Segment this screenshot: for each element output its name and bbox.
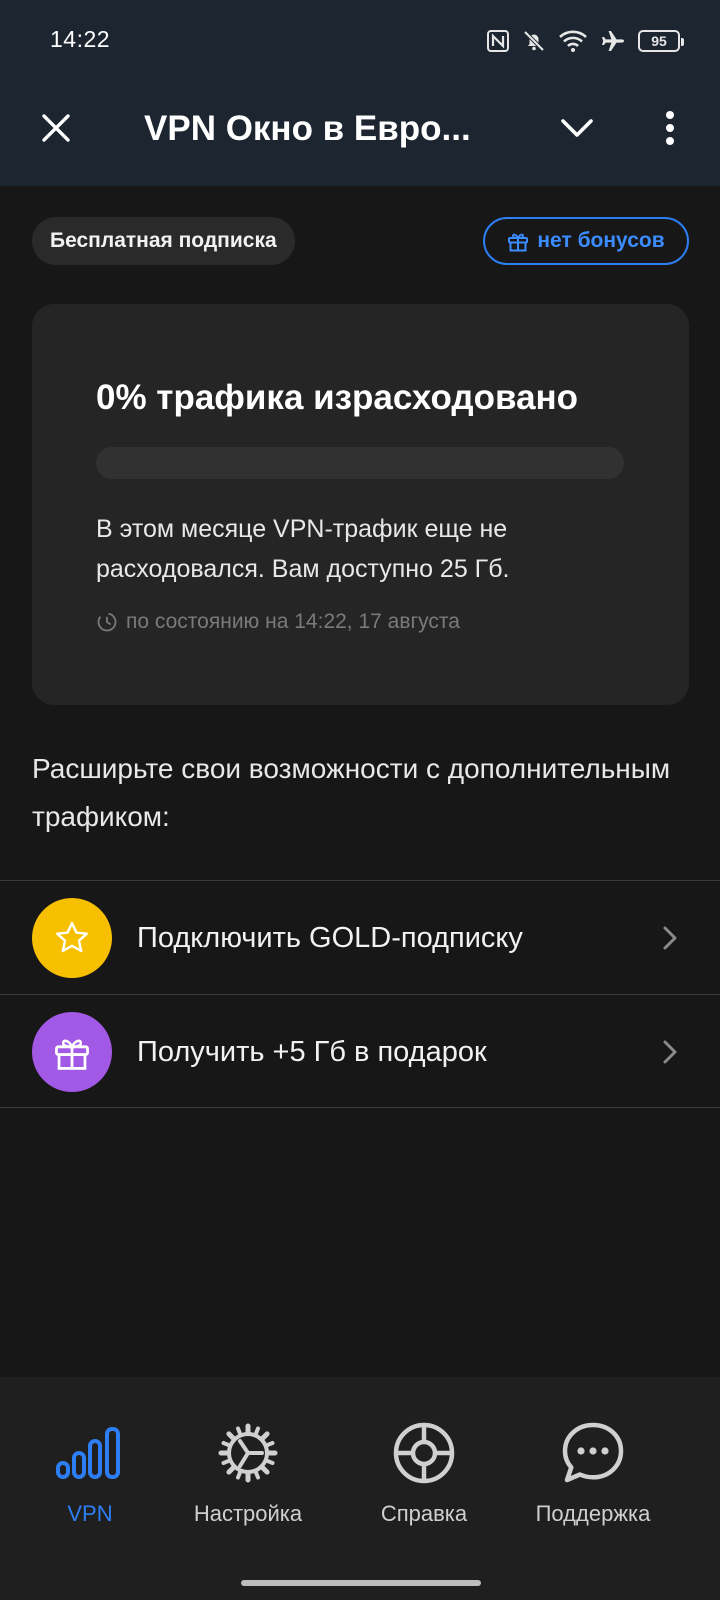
plan-chip: Бесплатная подписка xyxy=(32,217,295,265)
nfc-icon xyxy=(486,29,510,53)
bonus-label: нет бонусов xyxy=(537,229,665,252)
more-button[interactable] xyxy=(650,104,690,152)
star-icon xyxy=(56,921,88,953)
top-bar: 14:22 95 VPN Окно в Евро... xyxy=(0,0,720,186)
promo-text: Расширьте свои возможности с дополнитель… xyxy=(32,753,671,832)
page-title: VPN Окно в Евро... xyxy=(144,109,471,148)
chevron-right-icon xyxy=(658,919,682,957)
more-vertical-icon xyxy=(666,111,674,145)
gift-traffic-label: Получить +5 Гб в подарок xyxy=(137,1035,487,1068)
nav-item-help[interactable]: Справка xyxy=(334,1377,514,1567)
dropdown-button[interactable] xyxy=(555,106,599,150)
status-bar: 14:22 95 xyxy=(0,0,720,84)
bottom-nav: VPN Настройка Справка Поддержка xyxy=(0,1377,720,1600)
airplane-icon xyxy=(600,29,626,53)
signal-bars-icon xyxy=(54,1417,126,1489)
app-header: VPN Окно в Евро... xyxy=(0,84,720,186)
gift-traffic-item[interactable]: Получить +5 Гб в подарок xyxy=(0,994,720,1108)
chat-bubble-icon xyxy=(557,1417,629,1489)
battery-level: 95 xyxy=(651,33,667,49)
nav-item-vpn[interactable]: VPN xyxy=(0,1377,180,1567)
timer-icon xyxy=(97,612,117,632)
gold-subscription-label: Подключить GOLD-подписку xyxy=(137,921,523,954)
gold-subscription-item[interactable]: Подключить GOLD-подписку xyxy=(0,880,720,994)
bonus-button[interactable]: нет бонусов xyxy=(483,217,689,265)
traffic-title: 0% трафика израсходовано xyxy=(96,378,579,417)
gear-icon xyxy=(212,1417,284,1489)
nav-label-settings: Настройка xyxy=(193,1501,303,1526)
traffic-updated-text: по состоянию на 14:22, 17 августа xyxy=(126,610,460,633)
status-time: 14:22 xyxy=(50,26,111,52)
lifebuoy-icon xyxy=(388,1417,460,1489)
battery-icon: 95 xyxy=(638,30,684,52)
home-indicator[interactable] xyxy=(241,1580,481,1586)
nav-item-support[interactable]: Поддержка xyxy=(503,1377,683,1567)
gift-icon xyxy=(508,233,529,252)
nav-item-settings[interactable]: Настройка xyxy=(158,1377,338,1567)
options-list: Подключить GOLD-подписку Получить +5 Гб … xyxy=(0,880,720,1108)
close-button[interactable] xyxy=(34,106,78,150)
wifi-icon xyxy=(558,29,588,53)
nav-label-help: Справка xyxy=(380,1501,468,1526)
vpn-screen: 14:22 95 VPN Окно в Евро... Бесплатная п… xyxy=(0,0,720,1600)
nav-label-vpn: VPN xyxy=(67,1501,113,1526)
status-icons: 95 xyxy=(486,26,684,56)
nav-label-support: Поддержка xyxy=(535,1501,651,1526)
gold-icon-circle xyxy=(32,898,112,978)
gift-icon-circle xyxy=(32,1012,112,1092)
chevron-down-icon xyxy=(561,119,593,137)
chevron-right-icon xyxy=(658,1033,682,1071)
traffic-progress-bar xyxy=(96,447,624,479)
gift-icon xyxy=(55,1039,89,1070)
traffic-card: 0% трафика израсходовано В этом месяце V… xyxy=(32,304,689,705)
traffic-updated: по состоянию на 14:22, 17 августа xyxy=(96,610,460,634)
close-icon xyxy=(42,114,70,142)
bell-off-icon xyxy=(522,29,546,53)
traffic-description: В этом месяце VPN-трафик еще не расходов… xyxy=(96,515,510,583)
